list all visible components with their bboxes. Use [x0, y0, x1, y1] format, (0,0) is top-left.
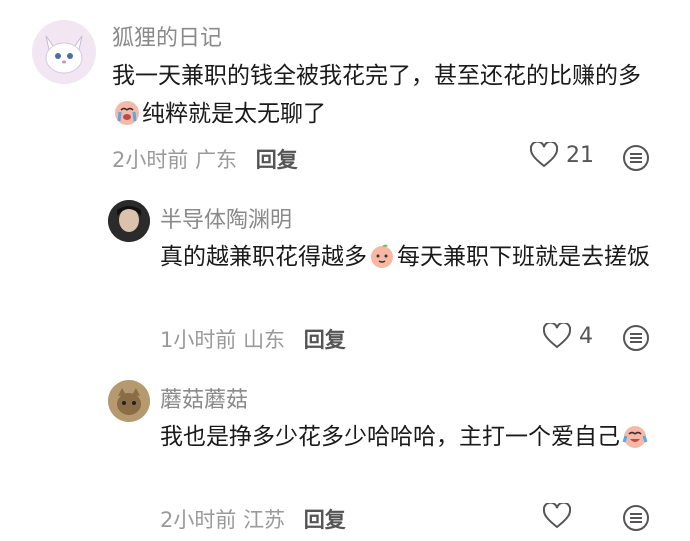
- heart-icon: [543, 323, 571, 349]
- comment-text: 我也是挣多少花多少哈哈哈，主打一个爱自己: [160, 418, 660, 456]
- laughing-cry-face-icon: [622, 426, 648, 448]
- avatar[interactable]: [32, 20, 96, 84]
- comment-time: 2小时前: [160, 508, 237, 532]
- comment-location: 山东: [243, 328, 286, 352]
- reply-button[interactable]: 回复: [304, 328, 346, 352]
- like-button[interactable]: 21: [530, 142, 594, 168]
- reply-button[interactable]: 回复: [304, 508, 346, 532]
- peach-face-icon: [371, 244, 393, 268]
- crying-face-icon: [115, 101, 139, 125]
- more-options-icon[interactable]: [622, 144, 650, 172]
- avatar[interactable]: [108, 200, 150, 242]
- comment-meta: 2小时前 广东 回复: [112, 144, 298, 174]
- comment-text: 我一天兼职的钱全被我花完了，甚至还花的比赚的多纯粹就是太无聊了: [112, 57, 652, 133]
- comment-location: 广东: [195, 148, 238, 172]
- comment-meta: 2小时前 江苏 回复: [160, 504, 346, 534]
- comment-text-part: 我也是挣多少花多少哈哈哈，主打一个爱自己: [160, 424, 620, 450]
- comment-location: 江苏: [243, 508, 286, 532]
- comment-2: 半导体陶渊明 真的越兼职花得越多 每天兼职下班就是去搓饭 1小时前 山东 回复 4: [0, 190, 690, 360]
- like-button[interactable]: [543, 503, 579, 529]
- comment-meta: 1小时前 山东 回复: [160, 324, 346, 354]
- comment-time: 1小时前: [160, 328, 237, 352]
- comment-1: 狐狸的日记 我一天兼职的钱全被我花完了，甚至还花的比赚的多纯粹就是太无聊了 2小…: [0, 0, 690, 185]
- comment-time: 2小时前: [112, 148, 189, 172]
- comment-text: 真的越兼职花得越多 每天兼职下班就是去搓饭: [160, 238, 660, 276]
- comment-author[interactable]: 半导体陶渊明: [160, 202, 292, 234]
- like-count: 21: [566, 142, 594, 168]
- comment-text-part: 我一天兼职的钱全被我花完了，甚至还花的比赚的多: [112, 63, 641, 89]
- cat-avatar-icon: [108, 380, 150, 422]
- avatar[interactable]: [108, 380, 150, 422]
- more-options-icon[interactable]: [622, 504, 650, 532]
- comment-author[interactable]: 狐狸的日记: [112, 20, 222, 52]
- more-options-icon[interactable]: [622, 324, 650, 352]
- person-avatar-icon: [108, 200, 150, 242]
- reply-button[interactable]: 回复: [256, 148, 298, 172]
- comment-text-part: 每天兼职下班就是去搓饭: [397, 244, 650, 270]
- comment-3: 蘑菇蘑菇 我也是挣多少花多少哈哈哈，主打一个爱自己 2小时前 江苏 回复: [0, 370, 690, 541]
- heart-icon: [543, 503, 571, 529]
- comment-text-part: 纯粹就是太无聊了: [142, 101, 326, 127]
- comment-author[interactable]: 蘑菇蘑菇: [160, 382, 248, 414]
- like-button[interactable]: 4: [543, 323, 593, 349]
- like-count: 4: [579, 323, 593, 349]
- comment-text-part: 真的越兼职花得越多: [160, 244, 367, 270]
- fox-avatar-icon: [32, 20, 96, 84]
- heart-icon: [530, 142, 558, 168]
